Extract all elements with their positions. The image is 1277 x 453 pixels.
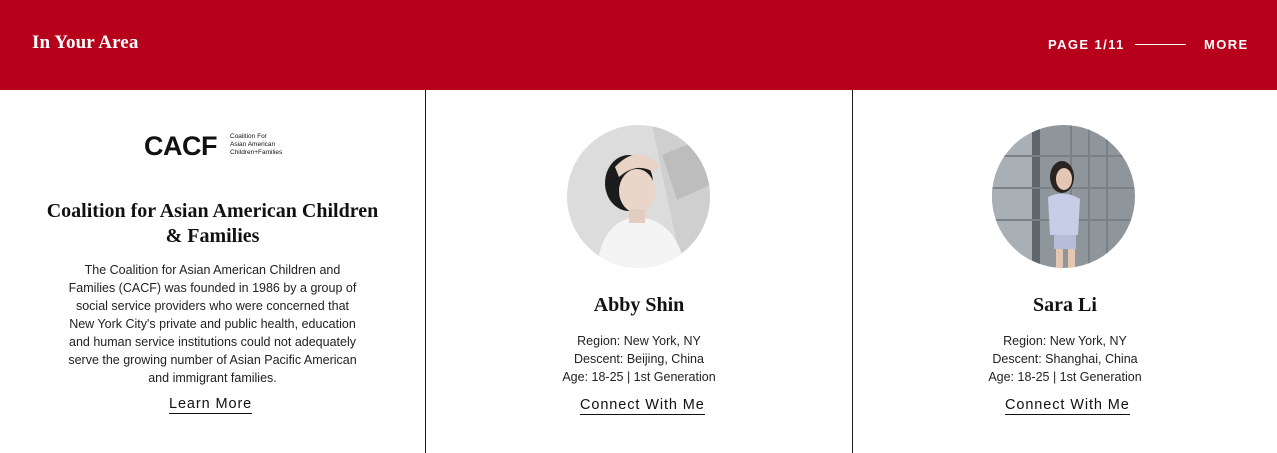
cacf-logo: CACF Coalition For Asian American Childr… (144, 132, 284, 160)
organization-card: CACF Coalition For Asian American Childr… (0, 90, 425, 453)
profile-descent: Descent: Shanghai, China (992, 352, 1138, 366)
profile-name: Abby Shin (593, 294, 685, 316)
avatar (992, 125, 1135, 268)
more-button[interactable]: MORE (1204, 37, 1249, 52)
profile-descent: Descent: Beijing, China (574, 352, 704, 366)
profile-card: Abby Shin Region: New York, NY Descent: … (426, 90, 852, 453)
organization-name: Coalition for Asian American Children & … (46, 200, 379, 247)
profile-name: Sara Li (1033, 294, 1097, 316)
profile-age: Age: 18-25 | 1st Generation (988, 370, 1142, 384)
header-bar: In Your Area PAGE 1/11 MORE (0, 0, 1277, 90)
connect-with-me-link[interactable]: Connect With Me (1005, 397, 1130, 415)
learn-more-link[interactable]: Learn More (169, 396, 253, 414)
logo-subtitle: Coalition For Asian American Children+Fa… (230, 133, 283, 156)
avatar (567, 125, 710, 268)
connect-with-me-link[interactable]: Connect With Me (580, 397, 705, 415)
page-indicator: PAGE 1/11 (1048, 37, 1125, 52)
logo-wordmark: CACF (144, 131, 218, 161)
organization-description: The Coalition for Asian American Childre… (68, 263, 357, 385)
profile-card: Sara Li Region: New York, NY Descent: Sh… (853, 90, 1277, 453)
section-title: In Your Area (32, 32, 139, 53)
profile-photo (992, 125, 1135, 268)
pager-divider-line (1135, 44, 1186, 45)
profile-photo (567, 125, 710, 268)
profile-age: Age: 18-25 | 1st Generation (562, 370, 716, 384)
profile-region: Region: New York, NY (1003, 334, 1127, 348)
profile-region: Region: New York, NY (577, 334, 701, 348)
